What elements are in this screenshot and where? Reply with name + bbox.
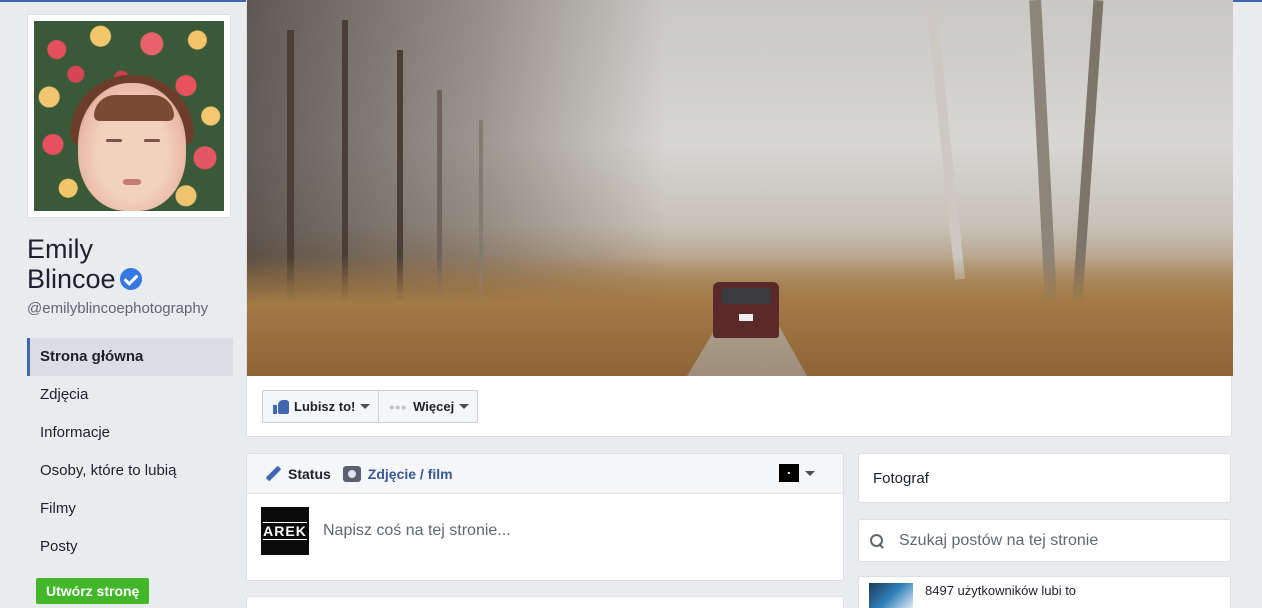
more-button-label: Więcej	[413, 399, 455, 414]
post-as-page-avatar[interactable]: ■	[779, 464, 799, 482]
chevron-down-icon	[360, 404, 371, 409]
tree-trunk-right	[1072, 0, 1104, 300]
tab-status[interactable]: Status	[265, 466, 331, 482]
verified-badge-icon	[119, 268, 142, 290]
tab-status-label: Status	[288, 465, 331, 482]
like-button[interactable]: Lubisz to!	[263, 391, 378, 422]
composer-body: AREK Napisz coś na tej stronie...	[247, 494, 843, 568]
page-category[interactable]: Fotograf	[858, 453, 1231, 503]
page-nav: Strona główna Zdjęcia Informacje Osoby, …	[27, 338, 233, 566]
hair-fringe	[94, 95, 174, 121]
create-page-button[interactable]: Utwórz stronę	[36, 578, 150, 604]
profile-photo-image	[34, 21, 224, 211]
page-name-line1: Emily	[27, 234, 93, 264]
likes-card: 8497 użytkowników lubi to	[858, 576, 1231, 608]
search-icon	[869, 533, 885, 549]
nav-item-likes[interactable]: Osoby, które to lubią	[27, 452, 233, 490]
nav-item-posts[interactable]: Posty	[27, 528, 233, 566]
eye-left	[106, 139, 122, 142]
cover-actions: Lubisz to! ••• Więcej	[262, 390, 479, 423]
page-avatar-text: AREK	[263, 522, 307, 540]
eye-right	[144, 139, 160, 142]
more-dots-icon: •••	[389, 398, 408, 415]
like-button-label: Lubisz to!	[294, 399, 356, 414]
cover-photo[interactable]	[247, 0, 1233, 376]
nav-item-videos[interactable]: Filmy	[27, 490, 233, 528]
camera-icon	[342, 465, 361, 482]
next-post-card	[246, 596, 844, 608]
chevron-down-icon	[459, 404, 470, 409]
tab-photo-video[interactable]: Zdjęcie / film	[342, 465, 453, 482]
page-handle[interactable]: @emilyblincoephotography	[27, 300, 233, 317]
likes-count[interactable]: 8497 użytkowników lubi to	[925, 583, 1076, 598]
birch-trunk	[926, 10, 966, 280]
chevron-down-icon[interactable]	[805, 471, 815, 476]
nav-item-photos[interactable]: Zdjęcia	[27, 376, 233, 414]
post-composer: Status Zdjęcie / film ■ AREK Napisz coś …	[246, 453, 844, 581]
nav-item-about[interactable]: Informacje	[27, 414, 233, 452]
composer-tabs: Status Zdjęcie / film ■	[247, 454, 843, 494]
composer-input[interactable]: Napisz coś na tej stronie...	[323, 522, 511, 540]
page-avatar: AREK	[261, 507, 309, 555]
profile-picture[interactable]	[27, 14, 231, 218]
pencil-icon	[265, 466, 281, 482]
search-posts-box[interactable]: Szukaj postów na tej stronie	[858, 519, 1231, 562]
page-name[interactable]: Emily Blincoe	[27, 234, 233, 294]
lips	[123, 179, 141, 185]
more-button[interactable]: ••• Więcej	[378, 391, 477, 422]
search-posts-input[interactable]: Szukaj postów na tej stronie	[899, 532, 1098, 550]
page-name-line2: Blincoe	[27, 264, 116, 294]
cover-card: Lubisz to! ••• Więcej	[246, 0, 1233, 437]
left-column: Emily Blincoe @emilyblincoephotography S…	[27, 14, 233, 604]
likes-thumbnail	[869, 583, 913, 608]
tab-photo-label: Zdjęcie / film	[367, 465, 453, 482]
thumbs-up-icon	[273, 399, 289, 414]
nav-item-home[interactable]: Strona główna	[27, 338, 233, 376]
car	[713, 282, 779, 338]
